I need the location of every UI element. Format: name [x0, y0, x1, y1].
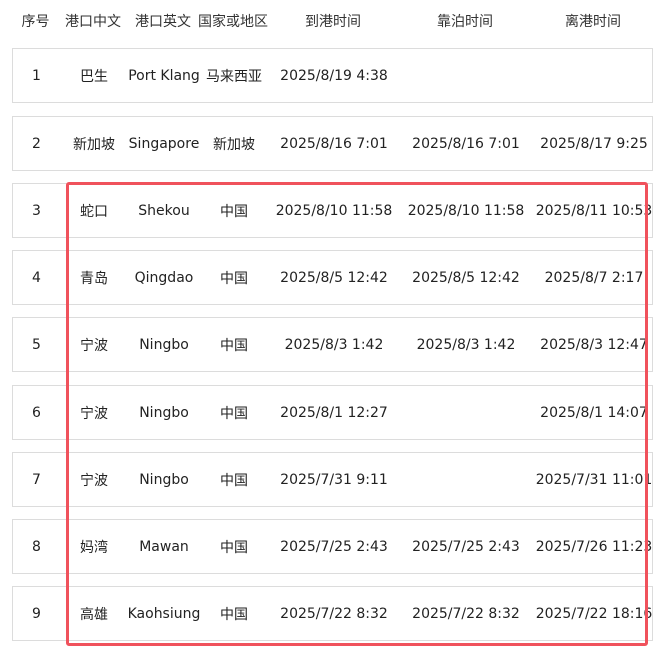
cell-arrival-time: 2025/7/25 2:43: [280, 538, 388, 555]
cell-arrival-time: 2025/7/31 9:11: [280, 471, 388, 488]
cell-departure-time: 2025/8/3 12:47: [540, 336, 648, 353]
cell-country: 中国: [220, 606, 248, 623]
cell-port-en: Singapore: [128, 135, 200, 152]
cell-departure-time: 2025/8/11 10:53: [535, 202, 653, 219]
cell-departure-time: 2025/7/31 11:01: [535, 471, 653, 488]
cell-index: 2: [32, 135, 41, 152]
cell-index: 3: [32, 202, 41, 219]
cell-port-cn: 蛇口: [80, 203, 108, 220]
table-row[interactable]: 6 宁波 Ningbo 中国 2025/8/1 12:27 2025/8/1 1…: [12, 385, 653, 440]
table-row[interactable]: 1 巴生 Port Klang 马来西亚 2025/8/19 4:38: [12, 48, 653, 103]
cell-port-cn: 巴生: [80, 68, 108, 85]
cell-index: 8: [32, 538, 41, 555]
cell-departure-time: 2025/8/1 14:07: [540, 404, 648, 421]
cell-port-en: Port Klang: [128, 67, 200, 84]
cell-index: 5: [32, 336, 41, 353]
cell-arrival-time: 2025/8/5 12:42: [280, 269, 388, 286]
cell-berthing-time: 2025/8/16 7:01: [412, 135, 520, 152]
table-row[interactable]: 9 高雄 Kaohsiung 中国 2025/7/22 8:32 2025/7/…: [12, 586, 653, 641]
cell-port-en: Kaohsiung: [127, 605, 201, 622]
table-body: 1 巴生 Port Klang 马来西亚 2025/8/19 4:38 2 新加…: [0, 0, 665, 655]
cell-port-en: Ningbo: [139, 336, 189, 353]
cell-port-en: Ningbo: [139, 471, 189, 488]
cell-port-cn: 宁波: [80, 337, 108, 354]
table-row[interactable]: 5 宁波 Ningbo 中国 2025/8/3 1:42 2025/8/3 1:…: [12, 317, 653, 372]
table-row[interactable]: 7 宁波 Ningbo 中国 2025/7/31 9:11 2025/7/31 …: [12, 452, 653, 507]
cell-arrival-time: 2025/8/1 12:27: [280, 404, 388, 421]
cell-port-cn: 宁波: [80, 472, 108, 489]
cell-port-en: Ningbo: [139, 404, 189, 421]
cell-departure-time: 2025/8/7 2:17: [544, 269, 644, 286]
cell-country: 中国: [220, 203, 248, 220]
cell-country: 中国: [220, 539, 248, 556]
cell-berthing-time: 2025/7/25 2:43: [412, 538, 520, 555]
cell-port-en: Mawan: [139, 538, 189, 555]
cell-berthing-time: 2025/8/5 12:42: [412, 269, 520, 286]
cell-departure-time: 2025/7/22 18:16: [535, 605, 653, 622]
cell-berthing-time: [400, 453, 532, 506]
table-row[interactable]: 3 蛇口 Shekou 中国 2025/8/10 11:58 2025/8/10…: [12, 183, 653, 238]
cell-port-cn: 新加坡: [73, 136, 115, 153]
cell-port-cn: 妈湾: [80, 539, 108, 556]
cell-berthing-time: 2025/7/22 8:32: [412, 605, 520, 622]
cell-berthing-time: 2025/8/10 11:58: [407, 202, 525, 219]
cell-country: 中国: [220, 270, 248, 287]
cell-port-en: Shekou: [138, 202, 190, 219]
cell-index: 9: [32, 605, 41, 622]
cell-berthing-time: [400, 49, 532, 102]
cell-arrival-time: 2025/8/19 4:38: [280, 67, 388, 84]
cell-port-cn: 青岛: [80, 270, 108, 287]
table-row[interactable]: 8 妈湾 Mawan 中国 2025/7/25 2:43 2025/7/25 2…: [12, 519, 653, 574]
cell-berthing-time: 2025/8/3 1:42: [416, 336, 516, 353]
table-row[interactable]: 4 青岛 Qingdao 中国 2025/8/5 12:42 2025/8/5 …: [12, 250, 653, 305]
cell-departure-time: 2025/7/26 11:23: [535, 538, 653, 555]
cell-departure-time: 2025/8/17 9:25: [540, 135, 648, 152]
cell-country: 中国: [220, 405, 248, 422]
cell-port-cn: 宁波: [80, 405, 108, 422]
cell-arrival-time: 2025/8/10 11:58: [275, 202, 393, 219]
cell-berthing-time: [400, 386, 532, 439]
cell-arrival-time: 2025/7/22 8:32: [280, 605, 388, 622]
cell-arrival-time: 2025/8/16 7:01: [280, 135, 388, 152]
cell-country: 新加坡: [213, 136, 255, 153]
cell-port-cn: 高雄: [80, 606, 108, 623]
cell-country: 中国: [220, 337, 248, 354]
cell-index: 1: [32, 67, 41, 84]
cell-index: 4: [32, 269, 41, 286]
cell-port-en: Qingdao: [134, 269, 194, 286]
cell-departure-time: [532, 49, 656, 102]
cell-arrival-time: 2025/8/3 1:42: [284, 336, 384, 353]
cell-index: 6: [32, 404, 41, 421]
cell-index: 7: [32, 471, 41, 488]
cell-country: 马来西亚: [206, 68, 262, 85]
cell-country: 中国: [220, 472, 248, 489]
table-row[interactable]: 2 新加坡 Singapore 新加坡 2025/8/16 7:01 2025/…: [12, 116, 653, 171]
